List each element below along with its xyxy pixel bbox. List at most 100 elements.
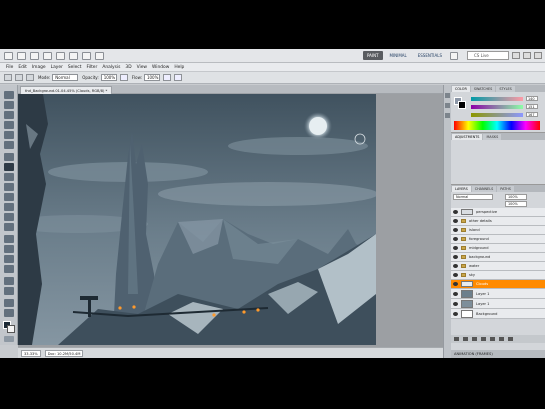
- animation-panel-tab[interactable]: ANIMATION (FRAMES): [451, 350, 545, 358]
- view-extras-icon[interactable]: [43, 51, 52, 60]
- layer-row[interactable]: island: [451, 226, 545, 235]
- zoom-level-icon[interactable]: [56, 51, 65, 60]
- shape-tool-icon[interactable]: [4, 265, 14, 273]
- blend-mode-select[interactable]: Normal: [453, 193, 493, 200]
- crop-tool-icon[interactable]: [4, 131, 14, 139]
- eyedropper-tool-icon[interactable]: [4, 141, 14, 149]
- visibility-eye-icon[interactable]: [453, 254, 458, 259]
- airbrush-icon[interactable]: [162, 74, 171, 81]
- layer-fill-field[interactable]: 100%: [505, 200, 527, 207]
- visibility-eye-icon[interactable]: [453, 272, 458, 277]
- menu-file[interactable]: File: [6, 65, 13, 70]
- visibility-eye-icon[interactable]: [453, 291, 458, 296]
- add-mask-icon[interactable]: [472, 337, 477, 341]
- zoom-tool-icon[interactable]: [4, 309, 14, 317]
- quick-select-tool-icon[interactable]: [4, 121, 14, 129]
- brush-preset-icon[interactable]: [4, 74, 12, 81]
- brush-size-icon[interactable]: [15, 74, 23, 81]
- layer-row-selected[interactable]: Clouds: [451, 280, 545, 289]
- healing-brush-tool-icon[interactable]: [4, 153, 14, 161]
- layer-row[interactable]: background: [451, 253, 545, 262]
- color-spectrum[interactable]: [454, 121, 540, 130]
- layer-row[interactable]: midground: [451, 244, 545, 253]
- brush-panel-icon[interactable]: [445, 113, 450, 118]
- menu-analysis[interactable]: Analysis: [102, 65, 120, 70]
- eraser-tool-icon[interactable]: [4, 193, 14, 201]
- cs-live-button[interactable]: CS Live: [467, 51, 509, 60]
- green-value[interactable]: 151: [526, 104, 538, 109]
- blue-value[interactable]: 167: [526, 112, 538, 117]
- new-layer-icon[interactable]: [499, 337, 504, 341]
- restore-icon[interactable]: [523, 52, 531, 59]
- type-tool-icon[interactable]: [4, 245, 14, 253]
- hand-tool-icon[interactable]: [4, 299, 14, 307]
- pressure-opacity-icon[interactable]: [119, 74, 128, 81]
- tab-adjustments[interactable]: ADJUSTMENTS: [452, 134, 483, 140]
- brush-panel-icon[interactable]: [26, 74, 34, 81]
- tab-paths[interactable]: PATHS: [497, 186, 514, 192]
- red-slider[interactable]: [471, 97, 523, 101]
- menu-layer[interactable]: Layer: [51, 65, 63, 70]
- layer-row[interactable]: foreground: [451, 235, 545, 244]
- pressure-size-icon[interactable]: [173, 74, 182, 81]
- visibility-eye-icon[interactable]: [453, 281, 458, 286]
- red-value[interactable]: 140: [526, 96, 538, 101]
- mode-select[interactable]: Normal: [52, 74, 79, 81]
- hand-tool-icon[interactable]: [69, 51, 78, 60]
- gradient-tool-icon[interactable]: [4, 203, 14, 211]
- menu-filter[interactable]: Filter: [86, 65, 97, 70]
- layer-opacity-field[interactable]: 100%: [505, 193, 527, 200]
- visibility-eye-icon[interactable]: [453, 301, 458, 306]
- flow-field[interactable]: 100%: [143, 74, 160, 81]
- workspace-paint[interactable]: PAINT: [363, 51, 383, 60]
- visibility-eye-icon[interactable]: [453, 245, 458, 250]
- green-slider[interactable]: [471, 105, 523, 109]
- add-style-icon[interactable]: [463, 337, 468, 341]
- path-select-tool-icon[interactable]: [4, 255, 14, 263]
- 3d-rotate-tool-icon[interactable]: [4, 277, 14, 285]
- brush-tool-icon[interactable]: [4, 163, 14, 171]
- move-tool-icon[interactable]: [4, 91, 14, 99]
- tab-layers[interactable]: LAYERS: [452, 186, 471, 192]
- opacity-field[interactable]: 100%: [100, 74, 117, 81]
- link-layers-icon[interactable]: [454, 337, 459, 341]
- marquee-tool-icon[interactable]: [4, 101, 14, 109]
- workspace-essentials[interactable]: ESSENTIALS: [414, 51, 446, 60]
- canvas-area[interactable]: [18, 94, 443, 347]
- layer-row[interactable]: perspective: [451, 208, 545, 217]
- layer-row[interactable]: Background: [451, 309, 545, 319]
- document-tab[interactable]: thd_Background.01.04.45% (Clouds, RGB/8)…: [20, 86, 113, 94]
- painting-canvas[interactable]: [18, 94, 376, 345]
- layer-row[interactable]: Layer 1: [451, 299, 545, 309]
- menu-window[interactable]: Window: [152, 65, 169, 70]
- menu-3d[interactable]: 3D: [125, 65, 131, 70]
- visibility-eye-icon[interactable]: [453, 263, 458, 268]
- 3d-orbit-tool-icon[interactable]: [4, 287, 14, 295]
- menu-image[interactable]: Image: [32, 65, 46, 70]
- visibility-eye-icon[interactable]: [453, 236, 458, 241]
- history-brush-tool-icon[interactable]: [4, 183, 14, 191]
- lasso-tool-icon[interactable]: [4, 111, 14, 119]
- layer-row[interactable]: sky: [451, 271, 545, 280]
- workspace-minimal[interactable]: MINIMAL: [386, 51, 411, 60]
- layer-row[interactable]: Layer 1: [451, 289, 545, 299]
- blur-tool-icon[interactable]: [4, 213, 14, 221]
- background-color-swatch[interactable]: [7, 325, 15, 333]
- tab-color[interactable]: COLOR: [452, 86, 470, 92]
- clone-stamp-tool-icon[interactable]: [4, 173, 14, 181]
- mini-bridge-icon[interactable]: [30, 51, 39, 60]
- blue-slider[interactable]: [471, 113, 523, 117]
- new-adjustment-icon[interactable]: [481, 337, 486, 341]
- layer-row[interactable]: water: [451, 262, 545, 271]
- workspace-more-icon[interactable]: [450, 51, 458, 60]
- menu-view[interactable]: View: [137, 65, 147, 70]
- menu-edit[interactable]: Edit: [18, 65, 27, 70]
- tab-styles[interactable]: STYLES: [496, 86, 515, 92]
- menu-help[interactable]: Help: [174, 65, 184, 70]
- visibility-eye-icon[interactable]: [453, 227, 458, 232]
- arrange-documents-icon[interactable]: [82, 51, 91, 60]
- history-icon[interactable]: [445, 93, 450, 98]
- minimize-icon[interactable]: [512, 52, 520, 59]
- visibility-eye-icon[interactable]: [453, 218, 458, 223]
- delete-layer-icon[interactable]: [508, 337, 513, 341]
